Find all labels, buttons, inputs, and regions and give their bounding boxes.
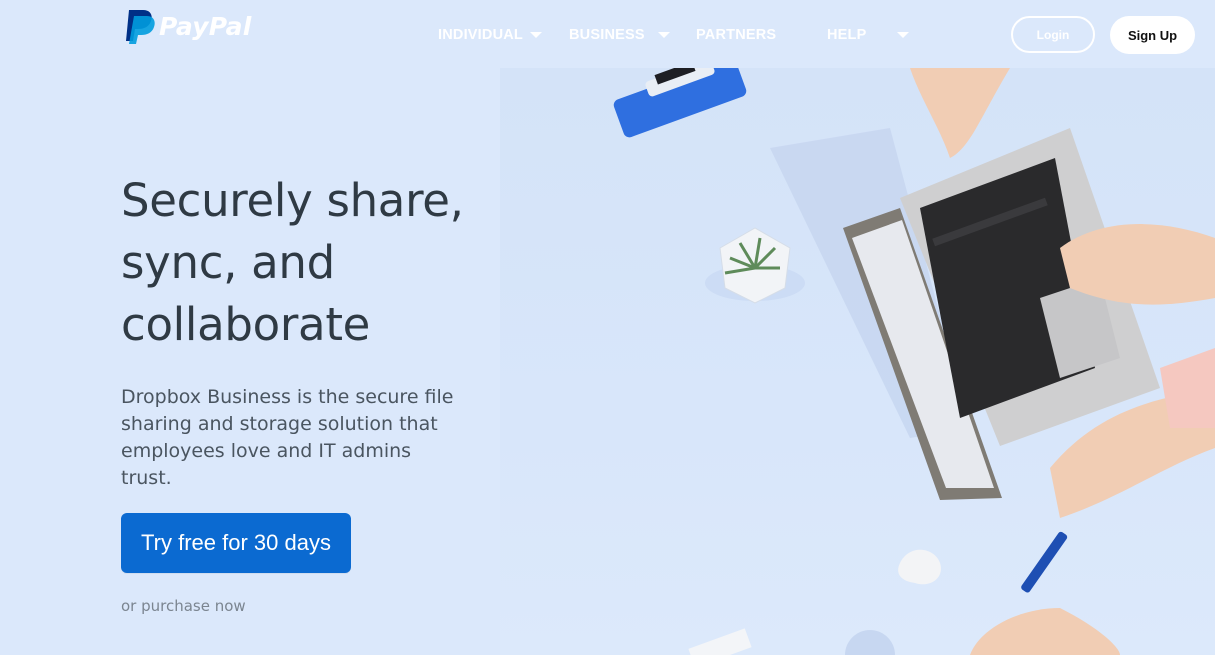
nav-individual-label: INDIVIDUAL <box>438 27 523 43</box>
headline-line: Securely share, <box>121 174 464 227</box>
try-free-button[interactable]: Try free for 30 days <box>121 513 351 573</box>
nav-partners[interactable]: PARTNERS <box>696 27 776 43</box>
subcopy-line: employees love and IT admins trust. <box>121 440 412 489</box>
nav-help-label: HELP <box>827 27 867 43</box>
nav-individual[interactable]: INDIVIDUAL <box>438 27 542 43</box>
hero-headline: Securely share, sync, and collaborate <box>121 170 481 356</box>
paypal-logo-icon <box>126 10 155 44</box>
hero-image <box>500 68 1215 655</box>
top-nav: PayPal INDIVIDUAL BUSINESS PARTNERS HELP… <box>0 0 1215 68</box>
purchase-link[interactable]: or purchase now <box>121 597 246 615</box>
chevron-down-icon <box>529 32 542 38</box>
paypal-wordmark: PayPal <box>159 11 252 41</box>
nav-business-label: BUSINESS <box>569 27 645 43</box>
paypal-logo[interactable]: PayPal <box>123 6 251 46</box>
headline-line: sync, and <box>121 236 335 289</box>
plant-image <box>705 227 805 304</box>
headline-line: collaborate <box>121 298 371 351</box>
chevron-down-icon <box>897 32 910 38</box>
subcopy-line: sharing and storage solution that <box>121 413 438 435</box>
hero-subcopy: Dropbox Business is the secure file shar… <box>121 384 461 492</box>
figurine-image <box>898 549 941 585</box>
nav-help[interactable]: HELP <box>827 27 910 43</box>
chevron-down-icon <box>657 32 670 38</box>
pen-image <box>1021 531 1068 593</box>
subcopy-line: Dropbox Business is the secure file <box>121 386 454 408</box>
login-button[interactable]: Login <box>1011 16 1095 53</box>
nav-business[interactable]: BUSINESS <box>569 27 670 43</box>
nav-partners-label: PARTNERS <box>696 27 777 43</box>
signup-button[interactable]: Sign Up <box>1110 16 1195 54</box>
stapler-image <box>613 68 747 138</box>
